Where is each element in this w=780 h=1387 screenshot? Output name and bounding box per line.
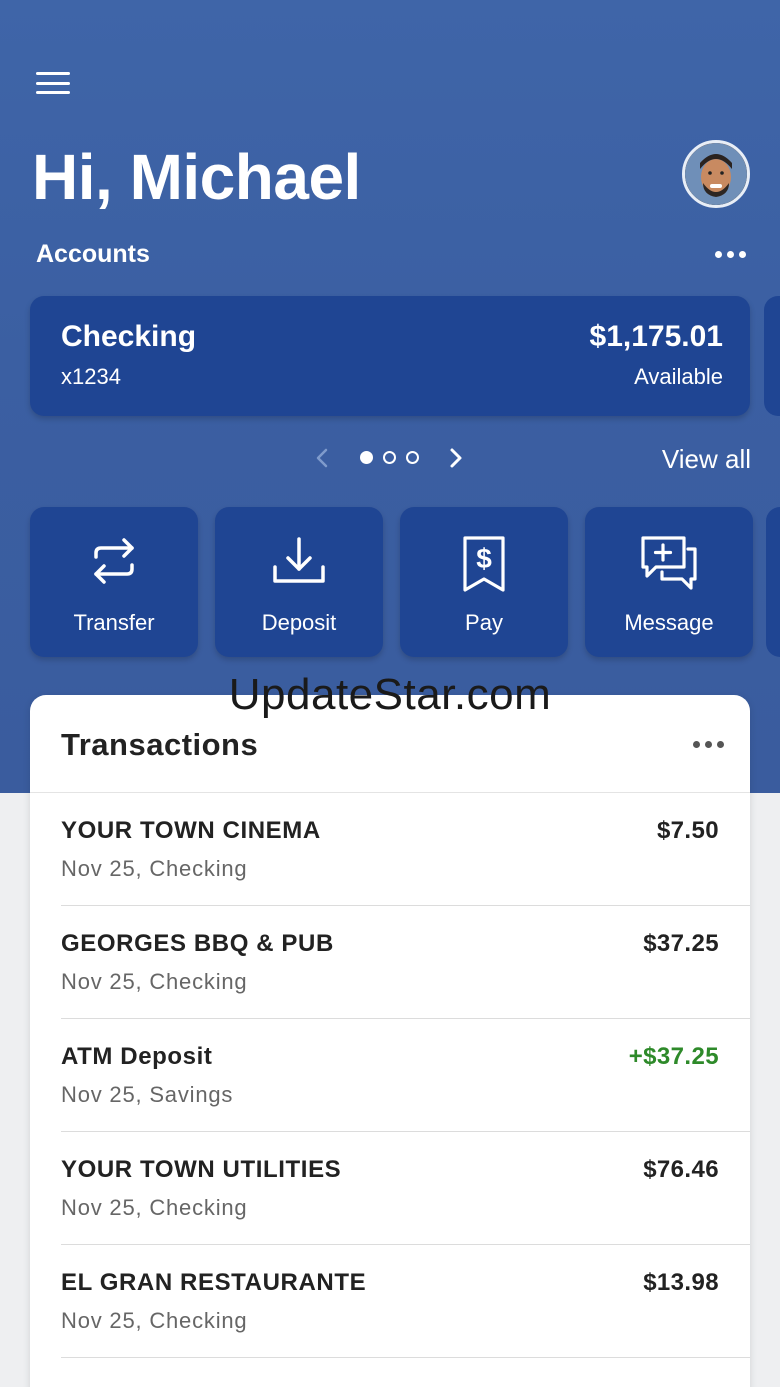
hamburger-menu-icon[interactable] bbox=[36, 70, 70, 96]
action-label: Message bbox=[624, 610, 714, 635]
transaction-amount: $37.25 bbox=[643, 930, 719, 957]
transaction-row[interactable]: YOUR TOWN UTILITIES Nov 25, Checking $76… bbox=[61, 1132, 750, 1245]
transfer-arrows-icon bbox=[88, 535, 140, 592]
transaction-merchant: YOUR TOWN UTILITIES bbox=[61, 1156, 342, 1183]
pager-dot[interactable] bbox=[360, 451, 373, 464]
balance-label: Available bbox=[634, 364, 723, 389]
view-all-link[interactable]: View all bbox=[662, 444, 751, 475]
pay-button[interactable]: $ Pay bbox=[400, 507, 568, 657]
checking-account-card[interactable]: Checking x1234 $1,175.01 Available bbox=[30, 296, 750, 416]
account-balance: $1,175.01 bbox=[589, 320, 723, 353]
accounts-heading: Accounts bbox=[36, 240, 150, 268]
watermark: UpdateStar.com bbox=[228, 670, 552, 719]
transaction-meta: Nov 25, Checking bbox=[61, 856, 248, 881]
account-name: Checking bbox=[61, 320, 197, 353]
user-avatar[interactable] bbox=[682, 140, 750, 208]
transaction-amount: $7.50 bbox=[656, 817, 719, 844]
transaction-row[interactable]: EL GRAN RESTAURANTE Nov 25, Checking $13… bbox=[61, 1245, 750, 1358]
chevron-right-icon[interactable] bbox=[444, 446, 466, 470]
transaction-meta: Nov 25, Checking bbox=[61, 1308, 248, 1333]
transaction-row[interactable]: ATM Deposit Nov 25, Savings +$37.25 bbox=[61, 1019, 750, 1132]
action-label: Pay bbox=[465, 610, 503, 635]
download-tray-icon bbox=[271, 535, 327, 592]
account-pager-dots bbox=[360, 451, 419, 464]
transaction-row[interactable]: GEORGES BBQ & PUB Nov 25, Checking $37.2… bbox=[61, 906, 750, 1019]
transaction-merchant: GEORGES BBQ & PUB bbox=[61, 930, 334, 957]
message-button[interactable]: Message bbox=[585, 507, 753, 657]
next-account-card-peek[interactable] bbox=[764, 296, 780, 416]
chevron-left-icon[interactable] bbox=[312, 446, 334, 470]
transaction-meta: Nov 25, Checking bbox=[61, 969, 248, 994]
dollar-receipt-icon: $ bbox=[462, 535, 506, 598]
svg-text:$: $ bbox=[476, 543, 492, 574]
transaction-meta: Nov 25, Savings bbox=[61, 1082, 234, 1107]
greeting-title: Hi, Michael bbox=[32, 141, 361, 213]
action-label: Deposit bbox=[261, 610, 337, 635]
transaction-merchant: EL GRAN RESTAURANTE bbox=[61, 1269, 367, 1296]
next-action-peek[interactable] bbox=[766, 507, 780, 657]
pager-dot[interactable] bbox=[406, 451, 419, 464]
transaction-merchant: YOUR TOWN CINEMA bbox=[61, 817, 321, 844]
transaction-amount: $13.98 bbox=[643, 1269, 719, 1296]
transactions-title: Transactions bbox=[61, 727, 259, 762]
transaction-meta: Nov 25, Checking bbox=[61, 1195, 248, 1220]
message-plus-icon bbox=[640, 535, 698, 598]
transaction-amount: +$37.25 bbox=[628, 1043, 719, 1070]
action-label: Transfer bbox=[73, 610, 155, 635]
transactions-card: Transactions YOUR TOWN CINEMA Nov 25, Ch… bbox=[30, 695, 750, 1387]
deposit-button[interactable]: Deposit bbox=[215, 507, 383, 657]
account-number: x1234 bbox=[61, 364, 121, 389]
accounts-more-icon[interactable] bbox=[715, 251, 746, 258]
quick-actions: Transfer Deposit $ Pay Message bbox=[30, 507, 753, 657]
transaction-row[interactable]: YOUR TOWN CINEMA Nov 25, Checking $7.50 bbox=[61, 793, 750, 906]
pager-dot[interactable] bbox=[383, 451, 396, 464]
transfer-button[interactable]: Transfer bbox=[30, 507, 198, 657]
transaction-amount: $76.46 bbox=[643, 1156, 719, 1183]
transactions-more-icon[interactable] bbox=[693, 741, 724, 748]
transaction-merchant: ATM Deposit bbox=[61, 1043, 213, 1070]
divider bbox=[61, 1357, 750, 1358]
